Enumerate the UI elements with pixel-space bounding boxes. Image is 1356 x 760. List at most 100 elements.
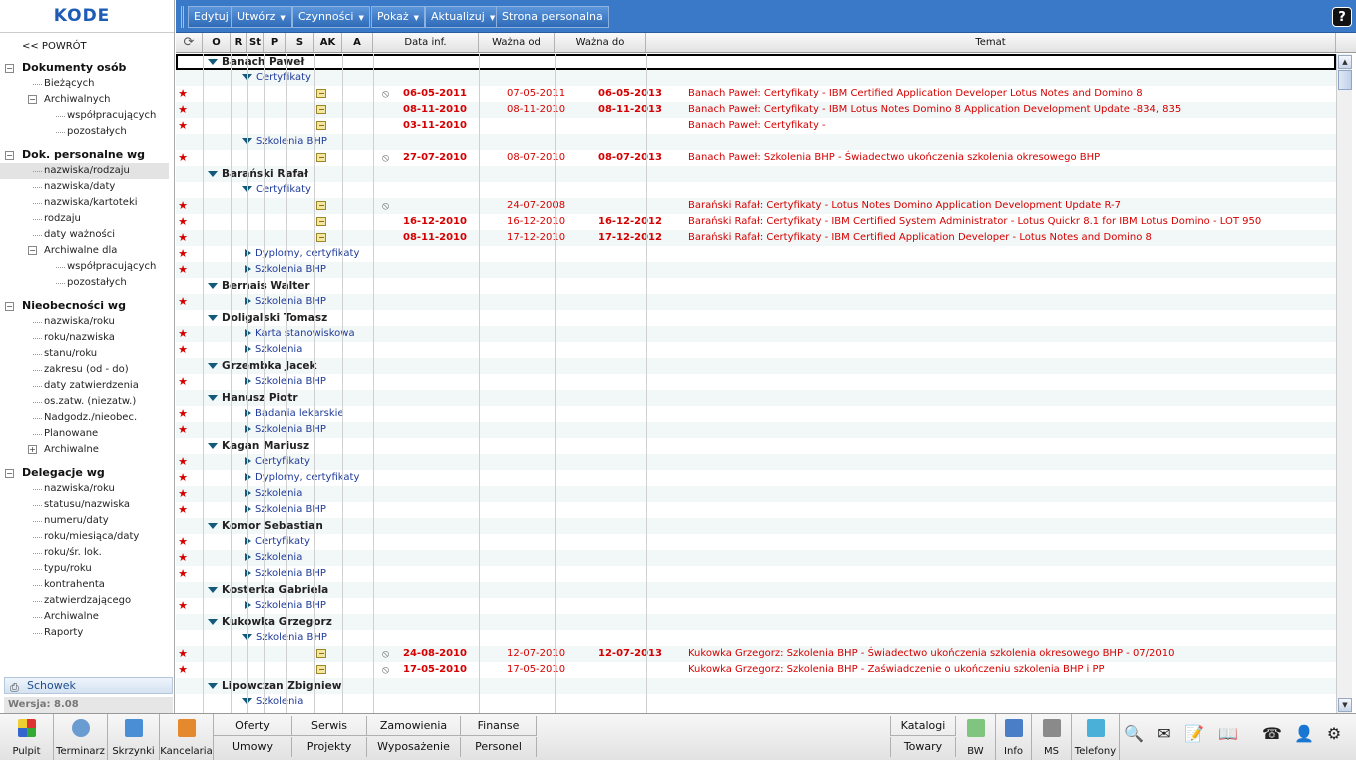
app-button[interactable]: Info bbox=[996, 714, 1032, 760]
document-subject[interactable]: Banach Paweł: Certyfikaty - bbox=[688, 118, 826, 134]
category-group[interactable]: Certyfikaty bbox=[242, 534, 310, 550]
sidebar-item[interactable]: roku/nazwiska bbox=[0, 330, 174, 346]
column-header[interactable]: Temat bbox=[646, 33, 1336, 52]
app-button[interactable]: Telefony bbox=[1072, 714, 1120, 760]
document-subject[interactable]: Kukowka Grzegorz: Szkolenia BHP - Zaświa… bbox=[688, 662, 1105, 678]
person-group[interactable]: Kosterka Gabriela bbox=[208, 582, 328, 598]
collapse-icon[interactable]: − bbox=[28, 246, 37, 255]
table-row[interactable]: ★ Szkolenia BHP bbox=[176, 422, 1336, 438]
person-group[interactable]: Komor Sebastian bbox=[208, 518, 323, 534]
sidebar-item[interactable]: daty ważności bbox=[0, 227, 174, 243]
nav-section[interactable]: − Delegacje wg bbox=[0, 465, 174, 481]
sidebar-item[interactable]: Archiwalne bbox=[0, 609, 174, 625]
expand-right-icon[interactable] bbox=[245, 489, 251, 497]
expand-down-icon[interactable] bbox=[208, 619, 218, 625]
document-subject[interactable]: Banach Paweł: Certyfikaty - IBM Lotus No… bbox=[688, 102, 1181, 118]
app-button[interactable]: BW bbox=[956, 714, 996, 760]
table-row[interactable]: ★ Szkolenia bbox=[176, 550, 1336, 566]
book-search-icon[interactable]: 📖 bbox=[1218, 722, 1238, 746]
expand-right-icon[interactable] bbox=[245, 601, 251, 609]
table-row[interactable]: Doligalski Tomasz bbox=[176, 310, 1336, 326]
collapse-icon[interactable]: − bbox=[5, 469, 14, 478]
sidebar-item[interactable]: Bieżących bbox=[0, 76, 174, 92]
person-group[interactable]: Banach Paweł bbox=[208, 54, 304, 70]
table-row[interactable]: Komor Sebastian bbox=[176, 518, 1336, 534]
expand-down-icon[interactable] bbox=[208, 283, 218, 289]
sidebar-item[interactable]: Planowane bbox=[0, 426, 174, 442]
expand-right-icon[interactable] bbox=[245, 329, 251, 337]
expand-down-icon[interactable] bbox=[208, 363, 218, 369]
table-row[interactable]: Certyfikaty bbox=[176, 182, 1336, 198]
back-link[interactable]: << POWRÓT bbox=[22, 41, 87, 52]
sidebar-item[interactable]: kontrahenta bbox=[0, 577, 174, 593]
expand-right-icon[interactable] bbox=[245, 297, 251, 305]
person-group[interactable]: Kagan Mariusz bbox=[208, 438, 309, 454]
column-header[interactable]: Ważna do bbox=[555, 33, 646, 52]
column-header[interactable]: Ważna od bbox=[479, 33, 555, 52]
table-row[interactable]: ★ Szkolenia BHP bbox=[176, 374, 1336, 390]
table-row[interactable]: Hanusz Piotr bbox=[176, 390, 1336, 406]
vertical-scrollbar[interactable]: ▲ ▼ bbox=[1336, 54, 1352, 713]
table-row[interactable]: Barański Rafał bbox=[176, 166, 1336, 182]
katalogi-link[interactable]: Katalogi bbox=[890, 716, 956, 736]
person-group[interactable]: Bernais Walter bbox=[208, 278, 310, 294]
module-link[interactable]: Umowy bbox=[214, 737, 292, 757]
table-row[interactable]: Kosterka Gabriela bbox=[176, 582, 1336, 598]
module-link[interactable]: Projekty bbox=[292, 737, 367, 757]
expand-right-icon[interactable] bbox=[245, 473, 251, 481]
sidebar-item[interactable]: Nadgodz./nieobec. bbox=[0, 410, 174, 426]
column-header[interactable]: St bbox=[247, 33, 264, 52]
column-header[interactable]: R bbox=[231, 33, 247, 52]
column-header[interactable]: A bbox=[342, 33, 373, 52]
sidebar-item[interactable]: Raporty bbox=[0, 625, 174, 641]
expand-down-icon[interactable] bbox=[208, 171, 218, 177]
module-link[interactable]: Personel bbox=[461, 737, 537, 757]
column-header[interactable]: P bbox=[264, 33, 286, 52]
table-row[interactable]: Banach Paweł bbox=[176, 54, 1336, 70]
app-button[interactable]: Kancelaria bbox=[160, 714, 214, 760]
sidebar-item[interactable]: współpracujących bbox=[0, 259, 174, 275]
help-button[interactable]: ? bbox=[1332, 7, 1352, 27]
sidebar-item[interactable]: pozostałych bbox=[0, 275, 174, 291]
table-row[interactable]: ★ 16-12-2010 16-12-2010 16-12-2012 Barański … bbox=[176, 214, 1336, 230]
sidebar-item[interactable]: numeru/daty bbox=[0, 513, 174, 529]
table-row[interactable]: ★ ⦸ 17-05-2010 17-05-2010 Kukowka Grzegorz: … bbox=[176, 662, 1336, 678]
sidebar-item[interactable]: nazwiska/daty bbox=[0, 179, 174, 195]
table-row[interactable]: ★ Karta stanowiskowa bbox=[176, 326, 1336, 342]
document-subject[interactable]: Banach Paweł: Szkolenia BHP - Świadectwo… bbox=[688, 150, 1100, 166]
table-row[interactable]: ★ Certyfikaty bbox=[176, 454, 1336, 470]
sidebar-item[interactable]: daty zatwierdzenia bbox=[0, 378, 174, 394]
sidebar-item[interactable]: − Archiwalnych bbox=[0, 92, 174, 108]
toolbar-button[interactable]: Utwórz ▼ bbox=[231, 6, 292, 28]
sidebar-item[interactable]: zakresu (od - do) bbox=[0, 362, 174, 378]
expand-right-icon[interactable] bbox=[245, 265, 251, 273]
table-row[interactable]: Szkolenia BHP bbox=[176, 630, 1336, 646]
document-subject[interactable]: Barański Rafał: Certyfikaty - Lotus Note… bbox=[688, 198, 1121, 214]
table-row[interactable]: ★ Dyplomy, certyfikaty bbox=[176, 470, 1336, 486]
sidebar-item[interactable]: roku/śr. lok. bbox=[0, 545, 174, 561]
sidebar-item[interactable]: roku/miesiąca/daty bbox=[0, 529, 174, 545]
document-subject[interactable]: Barański Rafał: Certyfikaty - IBM Certif… bbox=[688, 214, 1261, 230]
scroll-up-button[interactable]: ▲ bbox=[1338, 55, 1352, 69]
refresh-column[interactable]: ⟳ bbox=[176, 33, 203, 52]
nav-section[interactable]: − Dok. personalne wg bbox=[0, 147, 174, 163]
app-button[interactable]: Pulpit bbox=[0, 714, 54, 760]
table-row[interactable]: ★ 03-11-2010 Banach Paweł: Certyfikaty - bbox=[176, 118, 1336, 134]
expand-down-icon[interactable] bbox=[208, 315, 218, 321]
module-link[interactable]: Oferty bbox=[214, 716, 292, 736]
nav-section[interactable]: − Nieobecności wg bbox=[0, 298, 174, 314]
sidebar-item[interactable]: współpracujących bbox=[0, 108, 174, 124]
table-row[interactable]: ★ ⦸ 24-07-2008 Barański Rafał: Certyfikaty … bbox=[176, 198, 1336, 214]
expand-down-icon[interactable] bbox=[208, 587, 218, 593]
scroll-thumb[interactable] bbox=[1338, 70, 1352, 90]
category-group[interactable]: Badania lekarskie bbox=[242, 406, 344, 422]
category-group[interactable]: Karta stanowiskowa bbox=[242, 326, 355, 342]
table-row[interactable]: ★ Szkolenia BHP bbox=[176, 566, 1336, 582]
table-row[interactable]: Lipowczan Zbigniew bbox=[176, 678, 1336, 694]
sidebar-item[interactable]: nazwiska/kartoteki bbox=[0, 195, 174, 211]
table-row[interactable]: Kagan Mariusz bbox=[176, 438, 1336, 454]
mail-icon[interactable]: ✉ bbox=[1154, 722, 1174, 746]
table-row[interactable]: ★ 08-11-2010 08-11-2010 08-11-2013 Banach Pa… bbox=[176, 102, 1336, 118]
expand-right-icon[interactable] bbox=[245, 249, 251, 257]
category-group[interactable]: Szkolenia bbox=[242, 550, 302, 566]
